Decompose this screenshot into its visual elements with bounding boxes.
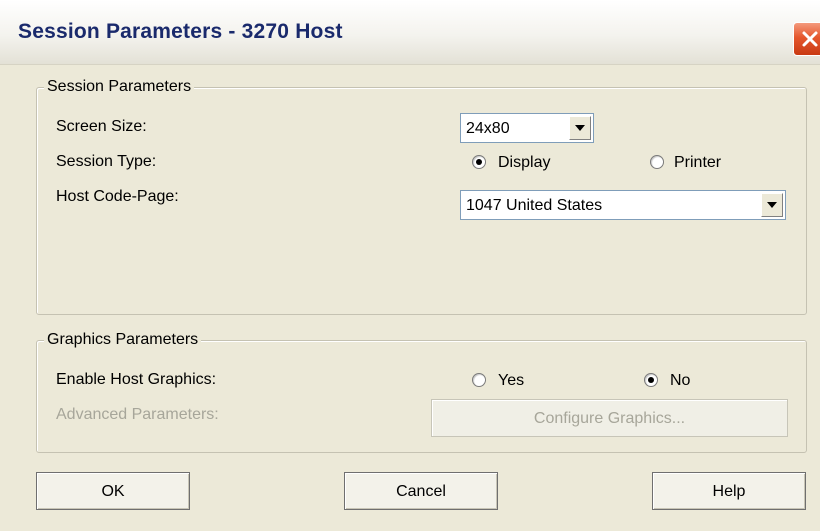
host-graphics-yes-label[interactable]: Yes — [498, 372, 524, 390]
host-code-page-label: Host Code-Page: — [56, 188, 179, 205]
session-parameters-legend: Session Parameters — [44, 78, 195, 96]
session-type-display-radio[interactable] — [472, 155, 486, 169]
help-button-label: Help — [712, 483, 746, 500]
window-title: Session Parameters - 3270 Host — [18, 20, 343, 43]
chevron-down-icon — [575, 125, 585, 131]
title-bar[interactable]: Session Parameters - 3270 Host — [0, 0, 820, 65]
chevron-down-icon — [767, 202, 777, 208]
cancel-button-label: Cancel — [396, 483, 446, 500]
dialog-window: Session Parameters - 3270 Host Session P… — [0, 0, 820, 531]
host-code-page-value: 1047 United States — [466, 197, 603, 214]
advanced-parameters-label: Advanced Parameters: — [56, 406, 219, 423]
session-type-display-label[interactable]: Display — [498, 154, 550, 172]
screen-size-label: Screen Size: — [56, 118, 147, 135]
host-code-page-select[interactable]: 1047 United States — [460, 190, 786, 220]
ok-button[interactable]: OK — [36, 472, 190, 510]
help-button[interactable]: Help — [652, 472, 806, 510]
cancel-button[interactable]: Cancel — [344, 472, 498, 510]
ok-button-label: OK — [101, 483, 125, 500]
radio-selected-dot — [648, 377, 654, 383]
close-button[interactable] — [793, 22, 820, 56]
host-code-page-dropdown-button[interactable] — [761, 193, 783, 217]
configure-graphics-button[interactable]: Configure Graphics... — [431, 399, 788, 437]
screen-size-value: 24x80 — [466, 120, 510, 137]
host-graphics-no-radio[interactable] — [644, 373, 658, 387]
session-type-label: Session Type: — [56, 153, 157, 170]
session-type-printer-radio[interactable] — [650, 155, 664, 169]
radio-selected-dot — [476, 159, 482, 165]
screen-size-dropdown-button[interactable] — [569, 116, 591, 140]
host-graphics-yes-radio[interactable] — [472, 373, 486, 387]
session-type-printer-label[interactable]: Printer — [674, 154, 721, 172]
configure-graphics-button-label: Configure Graphics... — [533, 410, 686, 427]
close-icon — [802, 31, 818, 47]
enable-host-graphics-label: Enable Host Graphics: — [56, 371, 217, 388]
graphics-parameters-legend: Graphics Parameters — [44, 331, 202, 349]
screen-size-select[interactable]: 24x80 — [460, 113, 594, 143]
host-graphics-no-label[interactable]: No — [670, 372, 690, 390]
